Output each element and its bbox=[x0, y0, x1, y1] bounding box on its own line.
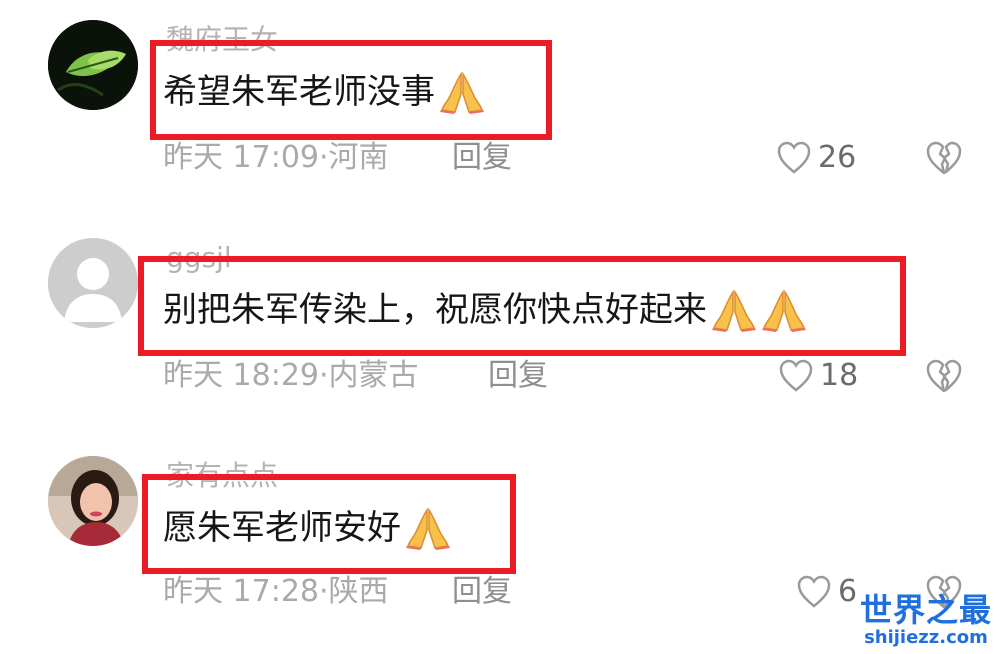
meta-dot: · bbox=[319, 140, 329, 175]
comment-time: 昨天 17:28 bbox=[163, 574, 319, 609]
heart-outline-icon bbox=[797, 575, 831, 608]
reply-button[interactable]: 回复 bbox=[488, 358, 548, 394]
comment-text: 希望朱军老师没事 bbox=[163, 70, 485, 114]
comment-time: 昨天 18:29 bbox=[163, 358, 319, 393]
avatar[interactable] bbox=[48, 238, 138, 328]
comment-list: 魏府玉女 希望朱军老师没事 昨天 17:09·河南 回复 26 ggsjl 别把… bbox=[0, 0, 1000, 654]
comment-text-content: 别把朱军传染上，祝愿你快点好起来 bbox=[163, 290, 707, 330]
folded-hands-emoji-icon bbox=[440, 71, 484, 114]
heart-outline-icon bbox=[779, 359, 813, 392]
folded-hands-emoji-icon bbox=[406, 507, 450, 550]
folded-hands-emoji-icon bbox=[712, 289, 756, 332]
watermark-name: 世界之最 bbox=[859, 591, 992, 629]
avatar[interactable] bbox=[48, 20, 138, 110]
heart-outline-icon bbox=[777, 141, 811, 174]
comment-text-content: 愿朱军老师安好 bbox=[163, 508, 401, 548]
default-avatar-icon bbox=[48, 238, 138, 328]
avatar[interactable] bbox=[48, 456, 138, 546]
like-count: 6 bbox=[838, 574, 858, 609]
avatar-portrait-image bbox=[48, 456, 138, 546]
comment-location: 陕西 bbox=[328, 574, 389, 609]
like-button[interactable]: 18 bbox=[778, 358, 858, 394]
watermark-url: shijiezz.com bbox=[864, 627, 988, 648]
comment-item: ggsjl 别把朱军传染上，祝愿你快点好起来 昨天 18:29·内蒙古 回复 1… bbox=[0, 238, 1000, 438]
like-button[interactable]: 26 bbox=[776, 140, 856, 176]
meta-dot: · bbox=[319, 358, 329, 393]
comment-item: 家有点点 愿朱军老师安好 昨天 17:28·陕西 回复 6 bbox=[0, 456, 1000, 654]
comment-meta: 昨天 18:29·内蒙古 bbox=[163, 358, 419, 394]
comment-text: 愿朱军老师安好 bbox=[163, 506, 451, 550]
folded-hands-emoji-icon bbox=[762, 289, 806, 332]
comment-time: 昨天 17:09 bbox=[163, 140, 319, 175]
comment-meta: 昨天 17:28·陕西 bbox=[163, 574, 389, 610]
site-watermark: 世界之最 shijiezz.com bbox=[860, 592, 992, 648]
like-count: 26 bbox=[818, 140, 857, 175]
comment-location: 河南 bbox=[328, 140, 389, 175]
like-count: 18 bbox=[820, 358, 859, 393]
broken-heart-icon[interactable] bbox=[924, 358, 964, 394]
comment-item: 魏府玉女 希望朱军老师没事 昨天 17:09·河南 回复 26 bbox=[0, 20, 1000, 220]
comment-text-content: 希望朱军老师没事 bbox=[163, 72, 435, 112]
comment-meta: 昨天 17:09·河南 bbox=[163, 140, 389, 176]
meta-dot: · bbox=[319, 574, 329, 609]
broken-heart-icon[interactable] bbox=[924, 140, 964, 176]
like-button[interactable]: 6 bbox=[796, 574, 857, 610]
comment-text: 别把朱军传染上，祝愿你快点好起来 bbox=[163, 288, 807, 332]
reply-button[interactable]: 回复 bbox=[452, 574, 512, 610]
avatar-leaf-image bbox=[48, 20, 138, 110]
comment-location: 内蒙古 bbox=[328, 358, 419, 393]
reply-button[interactable]: 回复 bbox=[452, 140, 512, 176]
